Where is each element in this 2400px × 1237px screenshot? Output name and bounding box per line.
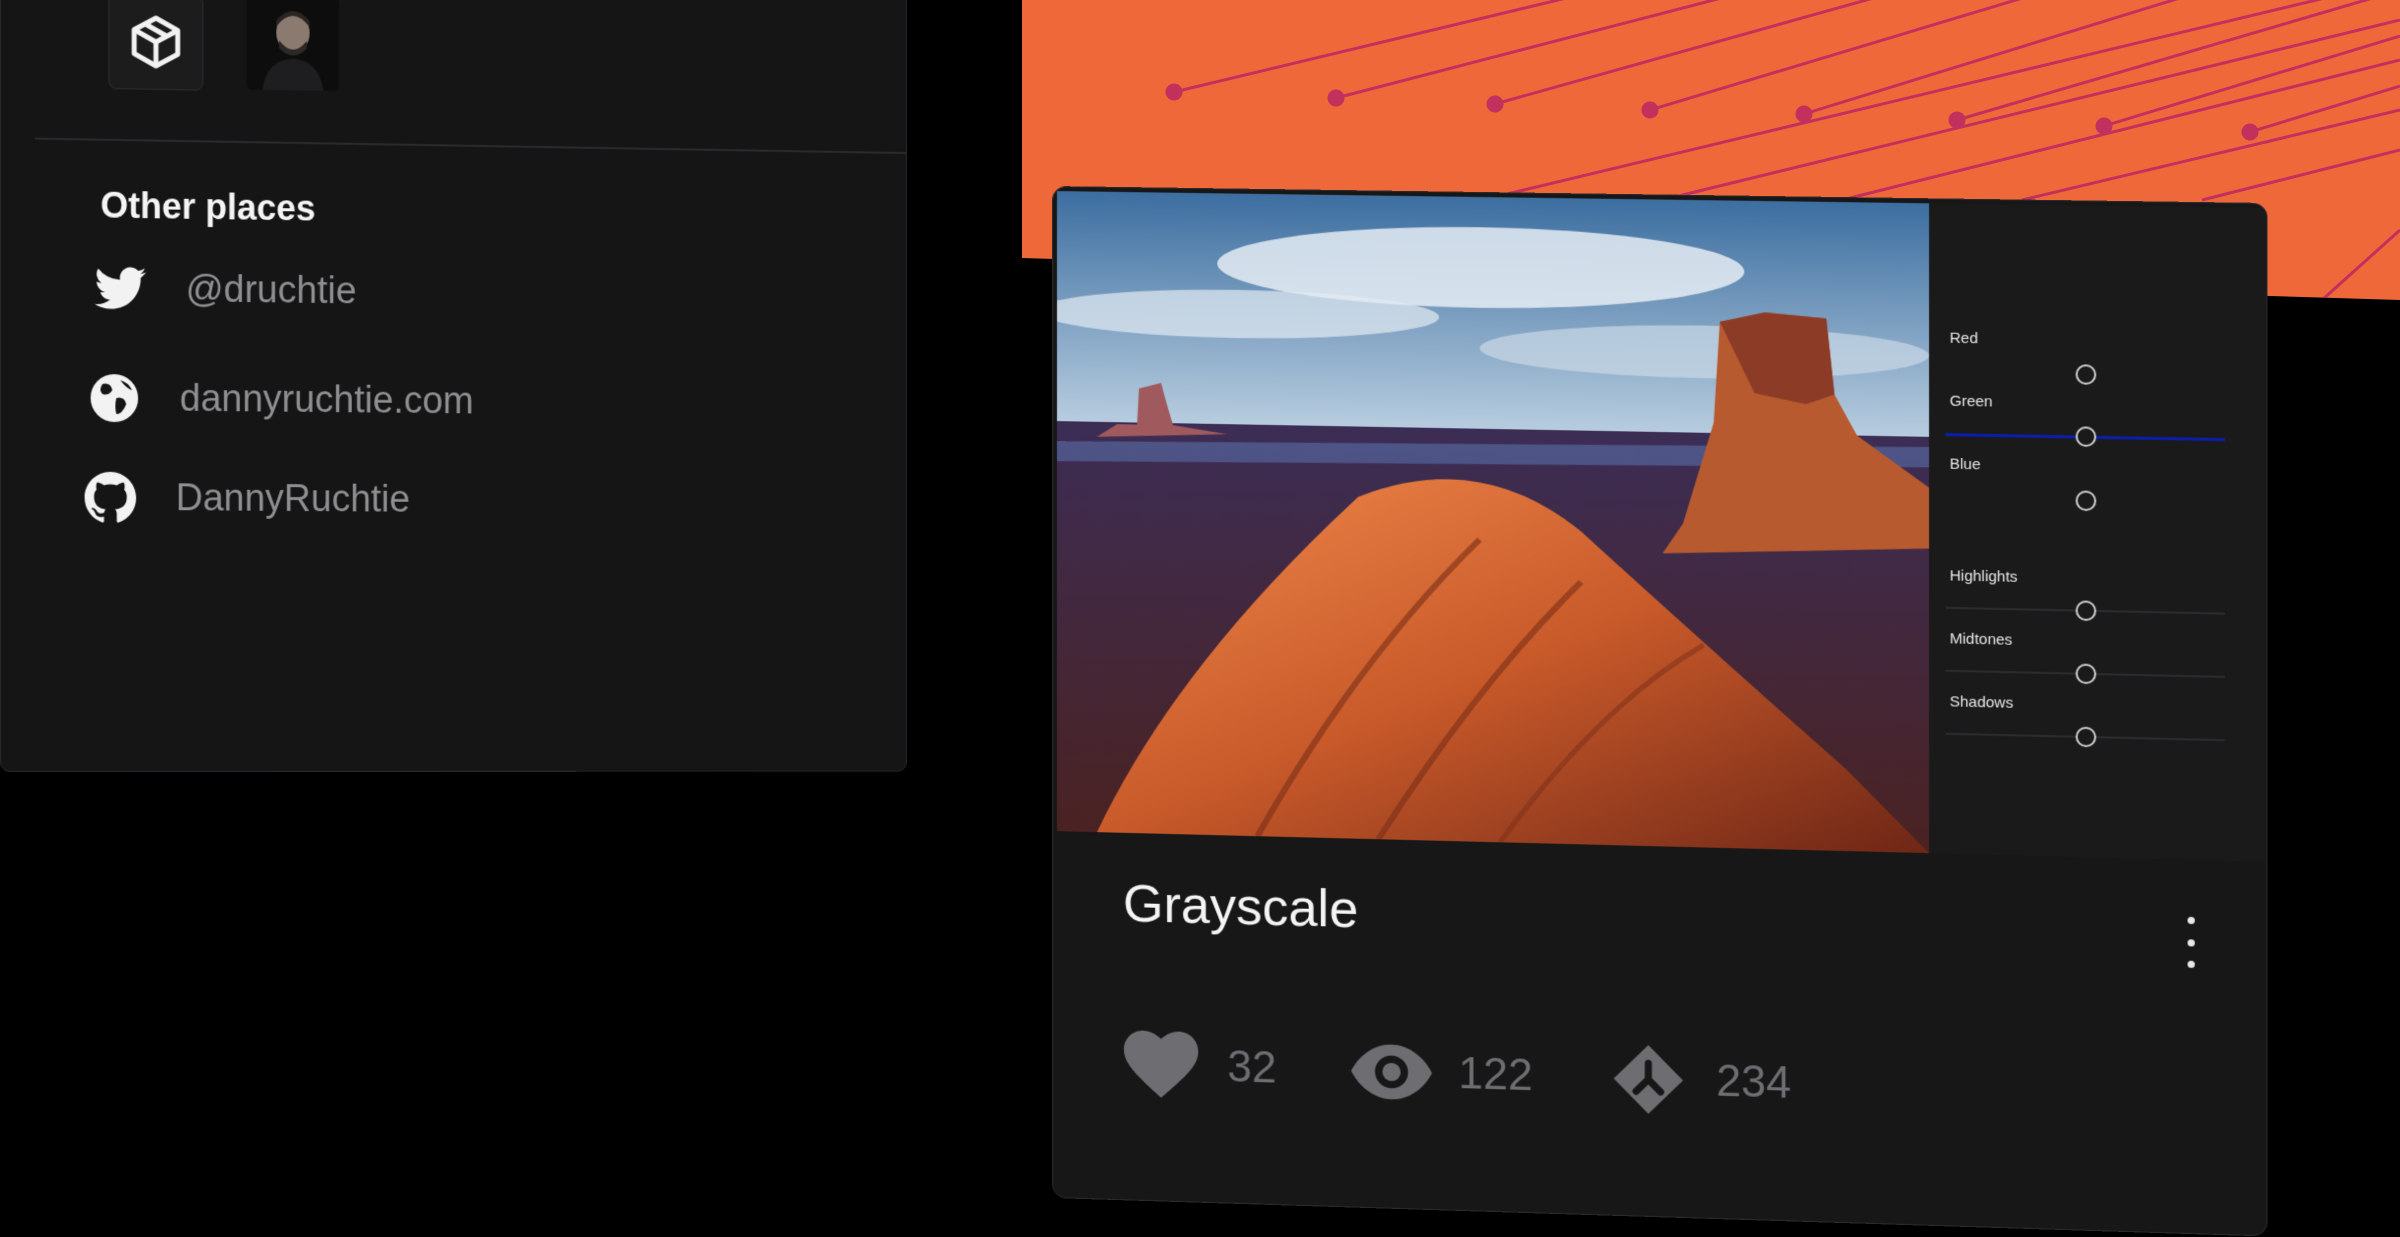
midtones-slider-thumb[interactable] <box>2075 663 2097 685</box>
twitter-icon <box>94 262 147 314</box>
comment-count: 234 <box>1716 1056 1792 1108</box>
shadows-label: Shadows <box>1949 693 2014 712</box>
more-options-icon[interactable] <box>2175 916 2206 968</box>
section-title: Other places <box>100 184 316 229</box>
like-count: 32 <box>1227 1042 1277 1093</box>
shot-card[interactable]: Red Green Blue Highlights Midtones Shado… <box>1052 186 2268 1237</box>
like-stat[interactable]: 32 <box>1121 1029 1277 1104</box>
shot-image[interactable] <box>1056 191 1930 854</box>
view-count: 122 <box>1458 1048 1533 1101</box>
profile-panel: Other places @druchtie dannyruchtie.com … <box>0 0 908 772</box>
divider <box>34 137 907 155</box>
shadows-slider-thumb[interactable] <box>2075 726 2097 748</box>
green-label: Green <box>1949 392 1993 411</box>
red-slider-thumb[interactable] <box>2075 364 2097 385</box>
highlights-label: Highlights <box>1949 567 2018 586</box>
shot-stats: 32 122 234 <box>1121 1029 1867 1121</box>
avatar[interactable] <box>246 0 340 92</box>
codepen-icon[interactable] <box>108 0 204 91</box>
blue-slider-thumb[interactable] <box>2075 490 2097 512</box>
twitter-handle: @druchtie <box>185 267 357 312</box>
green-slider-thumb[interactable] <box>2075 426 2097 448</box>
color-controls-panel: Red Green Blue Highlights Midtones Shado… <box>1929 203 2267 862</box>
eye-icon <box>1351 1036 1432 1109</box>
highlights-slider-thumb[interactable] <box>2075 600 2097 622</box>
comment-stat[interactable]: 234 <box>1608 1043 1791 1119</box>
midtones-label: Midtones <box>1949 630 2013 649</box>
profile-top-icons <box>108 0 340 93</box>
github-link[interactable]: DannyRuchtie <box>84 471 411 526</box>
github-username: DannyRuchtie <box>175 476 411 521</box>
github-icon <box>84 471 137 524</box>
red-label: Red <box>1949 329 1979 348</box>
shot-title[interactable]: Grayscale <box>1123 874 1358 940</box>
view-stat: 122 <box>1351 1036 1533 1112</box>
twitter-link[interactable]: @druchtie <box>94 262 357 317</box>
website-url: dannyruchtie.com <box>179 377 474 422</box>
website-link[interactable]: dannyruchtie.com <box>89 372 474 427</box>
heart-icon[interactable] <box>1121 1029 1201 1101</box>
globe-icon <box>89 372 141 424</box>
collection-icon[interactable] <box>1608 1043 1690 1116</box>
blue-label: Blue <box>1949 455 1981 474</box>
